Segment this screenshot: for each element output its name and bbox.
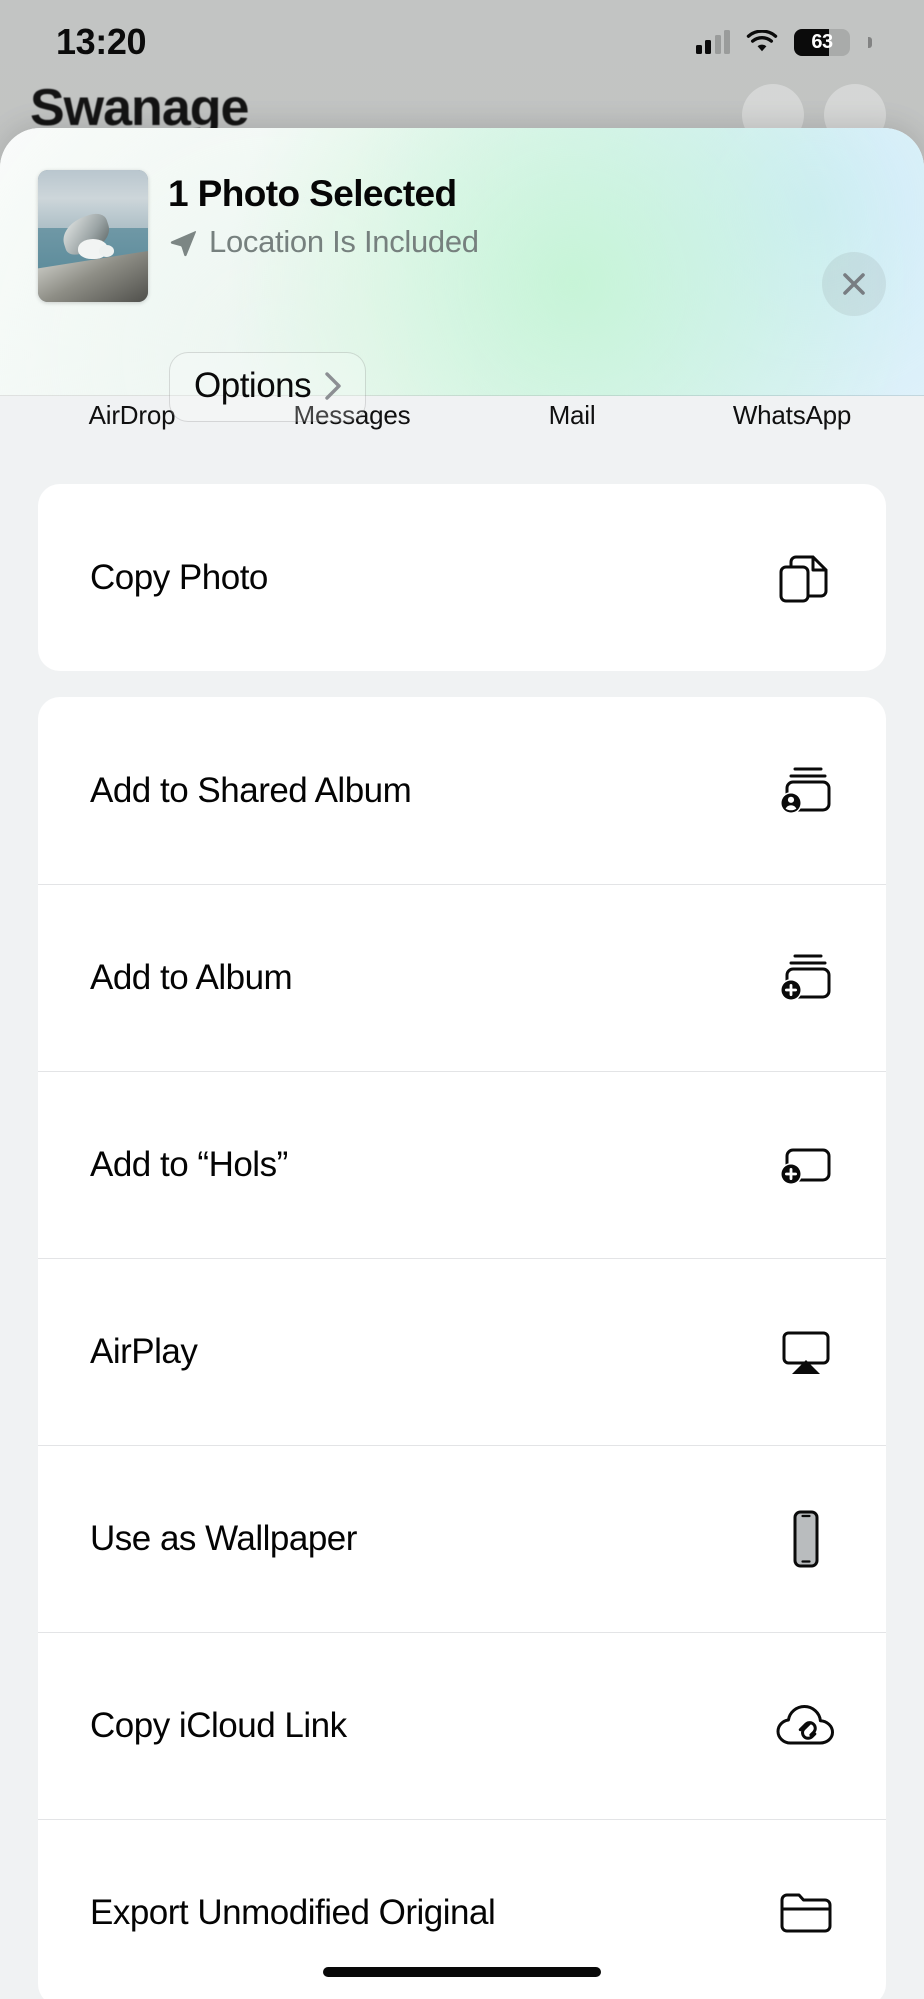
battery-icon: 63 bbox=[794, 28, 850, 56]
status-bar-indicators: 63 bbox=[695, 28, 872, 56]
action-row-label: Add to Album bbox=[90, 957, 293, 997]
action-row-add-to-hols[interactable]: Add to “Hols” bbox=[38, 1071, 886, 1258]
share-app-label: Mail bbox=[548, 400, 596, 430]
action-row-label: AirPlay bbox=[90, 1331, 198, 1371]
share-app-label: WhatsApp bbox=[732, 400, 852, 430]
location-row: Location Is Included bbox=[168, 224, 794, 260]
share-apps-row: AirDrop Messages Mail WhatsApp bbox=[0, 396, 924, 484]
chevron-right-icon bbox=[323, 370, 343, 402]
location-arrow-icon bbox=[168, 227, 198, 257]
action-row-label: Copy iCloud Link bbox=[90, 1705, 347, 1745]
status-bar-time: 13:20 bbox=[56, 21, 147, 62]
action-row-add-to-shared-album[interactable]: Add to Shared Album bbox=[38, 697, 886, 884]
share-app-label: AirDrop bbox=[88, 400, 176, 430]
share-app-mail[interactable]: Mail bbox=[462, 396, 682, 484]
action-row-copy-photo[interactable]: Copy Photo bbox=[38, 484, 886, 671]
rectangle-stack-person-icon bbox=[770, 760, 842, 822]
share-sheet-header-text: 1 Photo Selected Location Is Included bbox=[168, 173, 794, 260]
cloud-link-icon bbox=[770, 1695, 842, 1757]
folder-icon bbox=[770, 1882, 842, 1944]
wifi-icon bbox=[746, 30, 778, 54]
battery-cap-icon bbox=[868, 36, 872, 48]
photo-thumbnail[interactable] bbox=[38, 170, 148, 302]
options-button[interactable]: Options bbox=[169, 352, 367, 422]
share-app-whatsapp[interactable]: WhatsApp bbox=[682, 396, 902, 484]
selection-title: 1 Photo Selected bbox=[168, 173, 457, 214]
iphone-icon bbox=[770, 1508, 842, 1570]
action-row-add-to-album[interactable]: Add to Album bbox=[38, 884, 886, 1071]
rectangle-plus-icon bbox=[770, 1134, 842, 1196]
rectangle-stack-plus-icon bbox=[770, 947, 842, 1009]
action-row-label: Use as Wallpaper bbox=[90, 1518, 357, 1558]
status-bar: 13:20 63 bbox=[0, 0, 924, 84]
battery-percent-label: 63 bbox=[811, 30, 833, 53]
action-row-label: Export Unmodified Original bbox=[90, 1892, 496, 1932]
doc-on-doc-icon bbox=[770, 547, 842, 609]
share-sheet-header: 1 Photo Selected Location Is Included Op… bbox=[0, 128, 924, 422]
action-row-label: Copy Photo bbox=[90, 557, 268, 597]
action-row-copy-icloud-link[interactable]: Copy iCloud Link bbox=[38, 1632, 886, 1819]
action-group-copy: Copy Photo bbox=[38, 484, 886, 671]
action-row-label: Add to “Hols” bbox=[90, 1144, 288, 1184]
close-icon bbox=[839, 269, 869, 299]
options-button-label: Options bbox=[194, 366, 312, 405]
airplay-icon bbox=[770, 1321, 842, 1383]
action-row-use-as-wallpaper[interactable]: Use as Wallpaper bbox=[38, 1445, 886, 1632]
close-button[interactable] bbox=[822, 252, 886, 316]
action-list: Copy Photo Add to Shared Album Add to Al… bbox=[0, 484, 924, 1999]
action-group-album: Add to Shared Album Add to Album Add to … bbox=[38, 697, 886, 1999]
location-status-label: Location Is Included bbox=[209, 223, 479, 259]
share-sheet: 1 Photo Selected Location Is Included Op… bbox=[0, 128, 924, 1999]
cellular-signal-icon bbox=[695, 30, 730, 54]
action-row-label: Add to Shared Album bbox=[90, 770, 412, 810]
action-row-airplay[interactable]: AirPlay bbox=[38, 1258, 886, 1445]
home-indicator bbox=[323, 1967, 601, 1977]
